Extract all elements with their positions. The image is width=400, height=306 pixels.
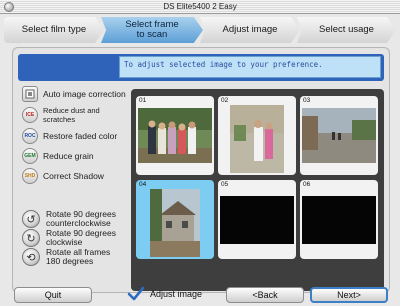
- frame-grid: 01 02 03 04 05 06: [131, 89, 384, 291]
- auto-correction-icon: [22, 86, 38, 102]
- step-label: Adjust image: [222, 24, 278, 35]
- frame-image: [302, 196, 376, 244]
- frame-thumbnail-03[interactable]: 03: [300, 96, 378, 175]
- frame-thumbnail-02[interactable]: 02: [218, 96, 296, 175]
- auto-image-correction-button[interactable]: Auto image correction: [22, 86, 132, 102]
- frame-number: 05: [221, 181, 229, 188]
- ice-icon: ICE: [22, 107, 38, 123]
- frame-thumbnail-01[interactable]: 01: [136, 96, 214, 175]
- rotate-label: Rotate all frames 180 degrees: [46, 248, 110, 266]
- rotate-ccw-icon: ↺: [22, 210, 40, 228]
- tool-label: Reduce dust and scratches: [43, 106, 100, 124]
- step-adjust-image[interactable]: Adjust image: [200, 17, 300, 43]
- checkmark-icon: [127, 286, 145, 301]
- rotate-cw-icon: ↻: [22, 229, 40, 247]
- rotate-label: Rotate 90 degrees counterclockwise: [46, 210, 116, 228]
- back-button[interactable]: <Back: [226, 287, 304, 303]
- step-label: Select usage: [319, 24, 374, 35]
- roc-icon: ROC: [22, 128, 38, 144]
- tool-label: Reduce grain: [43, 150, 94, 161]
- quit-button[interactable]: Quit: [14, 287, 92, 303]
- frame-number: 03: [303, 97, 311, 104]
- reduce-dust-button[interactable]: ICE Reduce dust and scratches: [22, 106, 132, 124]
- frame-thumbnail-06[interactable]: 06: [300, 180, 378, 259]
- shadow-icon: SHD: [22, 168, 38, 184]
- rotate-label: Rotate 90 degrees clockwise: [46, 229, 116, 247]
- step-label: Select frame to scan: [125, 19, 179, 40]
- step-select-film-type[interactable]: Select film type: [4, 17, 104, 43]
- adjust-image-checkbox[interactable]: Adjust image: [127, 286, 202, 302]
- frame-number: 04: [139, 181, 147, 188]
- correct-shadow-button[interactable]: SHD Correct Shadow: [22, 168, 132, 184]
- next-button[interactable]: Next>: [310, 287, 388, 303]
- rotate-label-line2: 180 degrees: [46, 256, 94, 266]
- tool-label: Correct Shadow: [43, 170, 104, 181]
- gem-icon: GEM: [22, 148, 38, 164]
- step-select-usage[interactable]: Select usage: [297, 17, 396, 43]
- frame-image: [230, 105, 284, 173]
- close-window-button[interactable]: [4, 2, 14, 12]
- restore-color-button[interactable]: ROC Restore faded color: [22, 128, 132, 144]
- frame-image: [150, 189, 200, 257]
- window-title: DS Elite5400 2 Easy: [163, 2, 237, 11]
- wizard-steps: Select film type Select frame to scan Ad…: [4, 17, 396, 45]
- step-select-frame[interactable]: Select frame to scan: [101, 17, 203, 43]
- frame-number: 01: [139, 97, 147, 104]
- tool-label: Restore faded color: [43, 130, 118, 141]
- frame-thumbnail-05[interactable]: 05: [218, 180, 296, 259]
- title-bar: DS Elite5400 2 Easy: [0, 0, 400, 14]
- bottom-bar: Quit Adjust image <Back Next>: [0, 285, 400, 306]
- rotate-180-icon: ⟲: [22, 248, 40, 266]
- step-label: Select film type: [21, 24, 87, 35]
- tool-label: Auto image correction: [43, 88, 126, 99]
- frame-image: [220, 196, 294, 244]
- frame-number: 06: [303, 181, 311, 188]
- adjust-image-label: Adjust image: [150, 289, 203, 299]
- rotate-180-button[interactable]: ⟲ Rotate all frames 180 degrees: [22, 246, 132, 268]
- instruction-text: To adjust selected image to your prefere…: [119, 56, 381, 78]
- frame-image: [302, 108, 376, 163]
- frame-number: 02: [221, 97, 229, 104]
- frame-thumbnail-04[interactable]: 04: [136, 180, 214, 259]
- frame-image: [138, 108, 212, 163]
- reduce-grain-button[interactable]: GEM Reduce grain: [22, 148, 132, 164]
